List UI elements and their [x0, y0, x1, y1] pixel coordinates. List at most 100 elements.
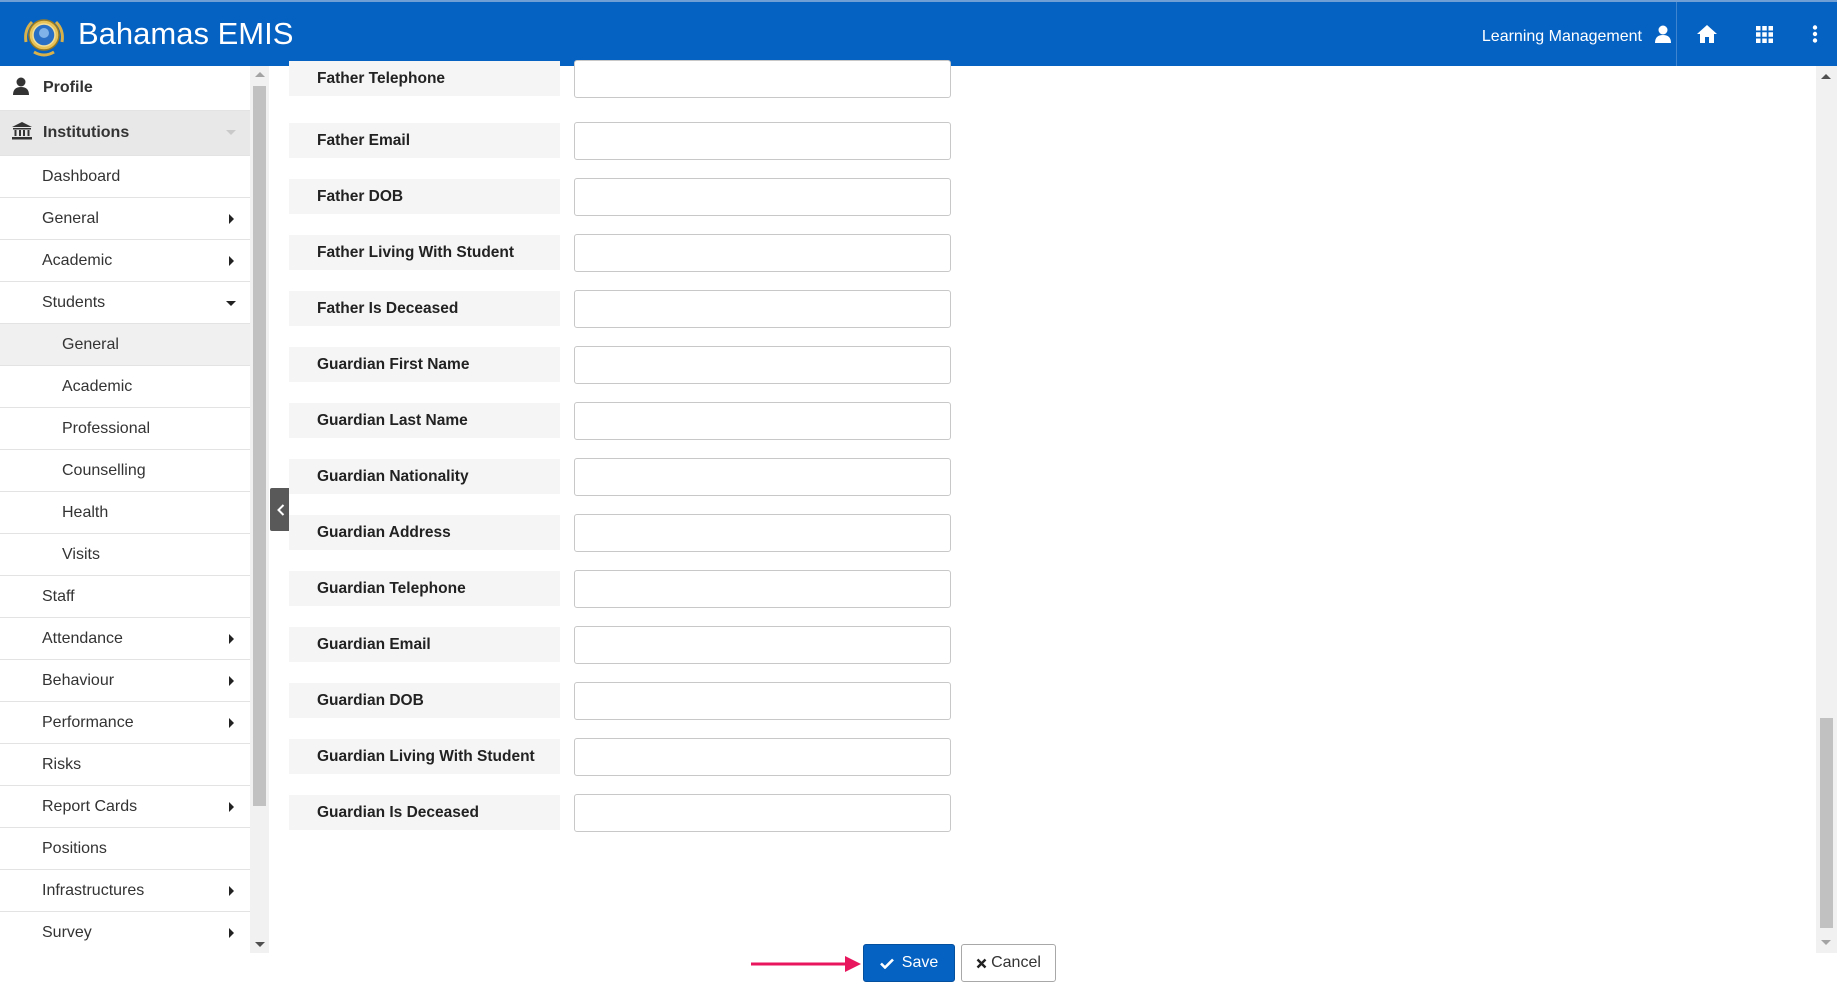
form-row-father-dob: Father DOB	[289, 178, 969, 216]
user-name-label[interactable]: Learning Management	[1482, 28, 1642, 46]
father-telephone-input[interactable]	[574, 60, 951, 98]
sidebar-item-label: Dashboard	[42, 167, 121, 185]
caret-right-icon	[229, 634, 234, 644]
field-label: Father Telephone	[289, 61, 560, 96]
guardian-address-input[interactable]	[574, 514, 951, 552]
sidebar-scroll-thumb[interactable]	[253, 86, 266, 806]
sidebar-item-positions[interactable]: Positions	[0, 828, 250, 870]
top-navigation-bar: Bahamas EMIS Learning Management	[0, 0, 1837, 66]
sidebar-item-institutions[interactable]: Institutions	[0, 111, 250, 156]
sidebar-item-label: General	[62, 335, 119, 353]
caret-down-icon	[226, 301, 236, 306]
sidebar-item-label: Risks	[42, 755, 82, 773]
sidebar-item-behaviour[interactable]: Behaviour	[0, 660, 250, 702]
caret-right-icon	[229, 928, 234, 938]
form-row-guardian-telephone: Guardian Telephone	[289, 570, 969, 608]
field-label: Guardian Last Name	[289, 403, 560, 438]
field-label: Guardian First Name	[289, 347, 560, 382]
sidebar-item-label: General	[42, 209, 99, 227]
guardian-email-input[interactable]	[574, 626, 951, 664]
sidebar-subitem-health[interactable]: Health	[0, 492, 250, 534]
sidebar-item-attendance[interactable]: Attendance	[0, 618, 250, 660]
sidebar-item-label: Survey	[42, 923, 92, 941]
more-vertical-icon[interactable]	[1792, 2, 1837, 66]
guardian-first-name-input[interactable]	[574, 346, 951, 384]
sidebar-item-label: Academic	[42, 251, 113, 269]
scroll-up-arrow-icon[interactable]	[255, 72, 265, 77]
cancel-button[interactable]: Cancel	[961, 944, 1056, 982]
field-label: Father Email	[289, 123, 560, 158]
sidebar-item-label: Academic	[62, 377, 133, 395]
form-row-father-email: Father Email	[289, 122, 969, 160]
sidebar-item-report-cards[interactable]: Report Cards	[0, 786, 250, 828]
form-row-guardian-dob: Guardian DOB	[289, 682, 969, 720]
sidebar-item-academic[interactable]: Academic	[0, 240, 250, 282]
sidebar-item-label: Report Cards	[42, 797, 138, 815]
guardian-nationality-input[interactable]	[574, 458, 951, 496]
sidebar-item-infrastructures[interactable]: Infrastructures	[0, 870, 250, 912]
cancel-button-label: Cancel	[991, 954, 1041, 971]
father-email-input[interactable]	[574, 122, 951, 160]
user-icon[interactable]	[1649, 2, 1677, 66]
sidebar-subitem-general[interactable]: General	[0, 324, 250, 366]
sidebar-subitem-counselling[interactable]: Counselling	[0, 450, 250, 492]
sidebar-item-dashboard[interactable]: Dashboard	[0, 156, 250, 198]
sidebar-item-general[interactable]: General	[0, 198, 250, 240]
scroll-up-arrow-icon[interactable]	[1821, 74, 1831, 79]
collapse-sidebar-button[interactable]	[270, 488, 291, 531]
home-icon[interactable]	[1676, 2, 1737, 66]
user-icon	[12, 77, 32, 97]
chevron-left-icon	[276, 503, 284, 516]
check-icon	[879, 958, 894, 969]
father-is-deceased-input[interactable]	[574, 290, 951, 328]
page-scrollbar[interactable]	[1816, 66, 1837, 953]
scroll-down-arrow-icon[interactable]	[1821, 940, 1831, 945]
caret-down-icon	[226, 130, 236, 135]
form-row-guardian-nationality: Guardian Nationality	[289, 458, 969, 496]
father-dob-input[interactable]	[574, 178, 951, 216]
field-label: Guardian Living With Student	[289, 739, 560, 774]
field-label: Father DOB	[289, 179, 560, 214]
sidebar-subitem-academic[interactable]: Academic	[0, 366, 250, 408]
sidebar-item-label: Students	[42, 293, 106, 311]
form-row-father-is-deceased: Father Is Deceased	[289, 290, 969, 328]
caret-right-icon	[229, 676, 234, 686]
father-living-with-student-input[interactable]	[574, 234, 951, 272]
guardian-is-deceased-input[interactable]	[574, 794, 951, 832]
guardian-living-with-student-input[interactable]	[574, 738, 951, 776]
sidebar-item-label: Positions	[42, 839, 107, 857]
sidebar-subitem-visits[interactable]: Visits	[0, 534, 250, 576]
sidebar-item-label: Staff	[42, 587, 75, 605]
scroll-down-arrow-icon[interactable]	[255, 942, 265, 947]
student-guardian-form: Save Cancel Father Telephone Father Email…	[289, 60, 1816, 982]
caret-right-icon	[229, 718, 234, 728]
sidebar-scrollbar[interactable]	[250, 66, 269, 953]
sidebar-item-label: Attendance	[42, 629, 123, 647]
pointer-arrow-annotation	[751, 956, 861, 972]
form-row-guardian-last-name: Guardian Last Name	[289, 402, 969, 440]
field-label: Guardian Is Deceased	[289, 795, 560, 830]
sidebar-item-label: Professional	[62, 419, 151, 437]
sidebar-item-performance[interactable]: Performance	[0, 702, 250, 744]
sidebar-item-students[interactable]: Students	[0, 282, 250, 324]
sidebar-item-staff[interactable]: Staff	[0, 576, 250, 618]
apps-grid-icon[interactable]	[1737, 2, 1792, 66]
save-button[interactable]: Save	[863, 944, 955, 982]
guardian-telephone-input[interactable]	[574, 570, 951, 608]
page-scroll-thumb[interactable]	[1820, 718, 1833, 928]
field-label: Guardian Nationality	[289, 459, 560, 494]
close-icon	[976, 958, 987, 968]
guardian-last-name-input[interactable]	[574, 402, 951, 440]
field-label: Guardian Email	[289, 627, 560, 662]
sidebar-item-profile[interactable]: Profile	[0, 66, 250, 111]
app-title[interactable]: Bahamas EMIS	[78, 16, 293, 52]
sidebar-item-survey[interactable]: Survey	[0, 912, 250, 953]
field-label: Guardian Address	[289, 515, 560, 550]
guardian-dob-input[interactable]	[574, 682, 951, 720]
sidebar-item-label: Health	[62, 503, 109, 521]
sidebar-subitem-professional[interactable]: Professional	[0, 408, 250, 450]
sidebar-item-risks[interactable]: Risks	[0, 744, 250, 786]
sidebar-item-label: Visits	[62, 545, 100, 563]
form-row-guardian-address: Guardian Address	[289, 514, 969, 552]
form-row-guardian-first-name: Guardian First Name	[289, 346, 969, 384]
